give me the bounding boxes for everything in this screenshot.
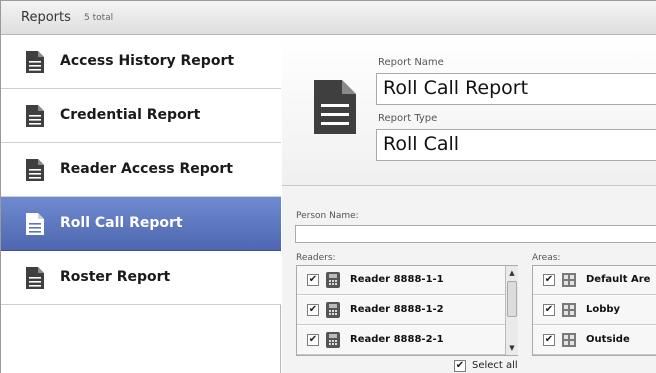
report-item-credential[interactable]: Credential Report [1,89,281,143]
report-header: Report Name Roll Call Report Report Type… [282,35,656,186]
areas-list: ✔ Default Are ✔ Lobby ✔ Outside [532,265,656,356]
title-bar: Reports 5 total [1,1,656,35]
readers-scrollbar[interactable]: ▲ ▼ [505,266,518,355]
report-item-roster[interactable]: Roster Report [1,251,281,305]
reader-checkbox[interactable]: ✔ [307,304,319,316]
document-icon [26,213,44,235]
report-item-label: Reader Access Report [60,161,233,177]
list-item[interactable]: ✔ Reader 8888-1-2 [297,296,505,325]
report-name-label: Report Name [378,57,444,68]
reader-name: Reader 8888-1-1 [350,274,444,285]
list-item[interactable]: ✔ Reader 8888-2-1 [297,326,505,355]
select-all-checkbox[interactable]: ✔ [454,360,466,372]
list-item[interactable]: ✔ Outside [533,326,656,355]
area-checkbox[interactable]: ✔ [543,304,555,316]
area-grid-icon [562,303,576,317]
report-document-icon [314,80,356,134]
reader-checkbox[interactable]: ✔ [307,274,319,286]
report-filters: Person Name: Readers: ✔ Reader 8888-1-1 … [282,186,656,373]
report-item-label: Credential Report [60,107,201,123]
reader-name: Reader 8888-2-1 [350,334,444,345]
scroll-thumb[interactable] [507,281,517,317]
report-type-label: Report Type [378,113,438,124]
document-icon [26,267,44,289]
report-count: 5 total [84,13,114,23]
list-item[interactable]: ✔ Reader 8888-1-1 [297,266,505,295]
reader-checkbox[interactable]: ✔ [307,334,319,346]
scroll-up-arrow-icon[interactable]: ▲ [506,267,518,279]
area-checkbox[interactable]: ✔ [543,334,555,346]
list-item[interactable]: ✔ Default Are [533,266,656,295]
report-name-input[interactable]: Roll Call Report [376,73,656,105]
report-item-reader-access[interactable]: Reader Access Report [1,143,281,197]
card-reader-icon [326,302,340,318]
window-title: Reports [21,10,71,25]
document-icon [26,159,44,181]
readers-label: Readers: [296,253,336,263]
area-checkbox[interactable]: ✔ [543,274,555,286]
area-name: Lobby [586,304,621,315]
area-name: Default Are [586,274,651,285]
person-name-label: Person Name: [296,211,359,221]
report-item-roll-call[interactable]: Roll Call Report [1,197,281,251]
person-name-input[interactable] [295,225,656,243]
select-all-label: Select all [472,360,518,371]
area-name: Outside [586,334,630,345]
scroll-down-arrow-icon[interactable]: ▼ [506,342,518,354]
report-item-label: Access History Report [60,53,235,69]
report-type-field[interactable]: Roll Call [376,129,656,161]
report-list: Access History Report Credential Report … [1,35,281,373]
card-reader-icon [326,272,340,288]
document-icon [26,105,44,127]
list-item[interactable]: ✔ Lobby [533,296,656,325]
readers-list: ✔ Reader 8888-1-1 ✔ Reader 8888-1-2 ✔ Re… [296,265,518,356]
area-grid-icon [562,273,576,287]
reports-window: Reports 5 total Access History Report Cr… [0,0,656,373]
report-item-label: Roll Call Report [60,215,183,231]
report-detail-pane: Report Name Roll Call Report Report Type… [282,35,656,373]
area-grid-icon [562,333,576,347]
document-icon [26,51,44,73]
reader-name: Reader 8888-1-2 [350,304,444,315]
card-reader-icon [326,332,340,348]
report-item-label: Roster Report [60,269,171,285]
areas-label: Areas: [532,253,561,263]
report-item-access-history[interactable]: Access History Report [1,35,281,89]
